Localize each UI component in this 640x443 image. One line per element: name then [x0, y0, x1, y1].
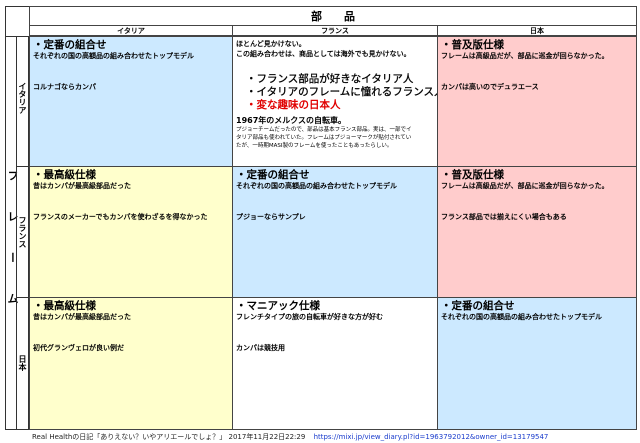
cell-italy-italy: ・定番の組合せ それぞれの国の高額品の組み合わせたトップモデル コルナゴならカン…: [29, 36, 233, 167]
cell-italy-france: ほとんど見かけない。 この組み合わせは、商品としては海外でも見かけない。 ・フラ…: [232, 36, 438, 167]
cell-japan-france: ・マニアック仕様 フレンチタイプの旅の自転車が好きな方が好む カンパは競技用: [232, 297, 438, 430]
cell-subtext: それぞれの国の高額品の組み合わせたトップモデル: [441, 313, 602, 321]
cell-heading: ・普及版仕様: [441, 39, 504, 51]
cell-heading: ・普及版仕様: [441, 169, 504, 181]
cell-japan-japan: ・定番の組合せ それぞれの国の高額品の組み合わせたトップモデル: [437, 297, 637, 430]
cell-line: ほとんど見かけない。: [236, 40, 306, 48]
bullet: ・フランス部品が好きなイタリア人: [246, 73, 414, 85]
cell-line: この組み合わせは、商品としては海外でも見かけない。: [236, 50, 411, 58]
cell-heading: ・定番の組合せ: [33, 39, 107, 51]
column-header-japan: 日本: [437, 25, 637, 36]
bullet: ・イタリアのフレームに憧れるフランス人: [246, 86, 438, 98]
footer: Real Healthの日記「ありえない？いやアリエールでしょ？」 2017年1…: [32, 432, 548, 442]
cell-france-japan: ・普及版仕様 フレームは高級品だが、部品に巡金が回らなかった。 フランス部品では…: [437, 166, 637, 298]
cell-note: カンパは競技用: [236, 344, 285, 352]
row-label-france: フランス: [18, 216, 27, 248]
cell-note: プジョーならサンプレ: [236, 213, 306, 221]
row-label-italy: イタリア: [18, 82, 27, 114]
cell-subtext: それぞれの国の高額品の組み合わせたトップモデル: [236, 182, 397, 190]
cell-heading: ・定番の組合せ: [441, 300, 515, 312]
cell-italy-japan: ・普及版仕様 フレームは高級品だが、部品に巡金が回らなかった。 カンパは高いので…: [437, 36, 637, 167]
cell-note: 初代グランヴェロが良い例だ: [33, 344, 124, 352]
cell-subtext: フレンチタイプの旅の自転車が好きな方が好む: [236, 313, 383, 321]
cell-subtext: それぞれの国の高額品の組み合わせたトップモデル: [33, 52, 194, 60]
cell-subtext: 昔はカンパが最高級部品だった: [33, 182, 131, 190]
footer-text: Real Healthの日記「ありえない？いやアリエールでしょ？」 2017年1…: [32, 433, 306, 441]
bullet-red: ・変な趣味の日本人: [246, 99, 341, 111]
column-header-france: フランス: [232, 25, 438, 36]
story-line: タリア部品も使われていた。フレームはプジョーマークが貼付されてい: [236, 135, 412, 141]
cell-subtext: 昔はカンパが最高級部品だった: [33, 313, 131, 321]
column-header-italy: イタリア: [29, 25, 233, 36]
cell-japan-italy: ・最高級仕様 昔はカンパが最高級部品だった 初代グランヴェロが良い例だ: [29, 297, 233, 430]
story-line: たが、一時期MASI製のフレームを使ったこともあったらしい。: [236, 143, 393, 149]
cell-note: コルナゴならカンパ: [33, 83, 96, 91]
story-line: プジョーチームだったので、部品は基本フランス部品。実は、一部でイ: [236, 127, 412, 133]
cell-heading: ・最高級仕様: [33, 169, 96, 181]
story-title: 1967年のメルクスの自転車。: [236, 116, 347, 125]
cell-france-france: ・定番の組合せ それぞれの国の高額品の組み合わせたトップモデル プジョーならサン…: [232, 166, 438, 298]
row-label-japan: 日本: [18, 355, 27, 371]
cell-subtext: フレームは高級品だが、部品に巡金が回らなかった。: [441, 52, 609, 60]
cell-note: カンパは高いのでデュラエース: [441, 83, 539, 91]
footer-link[interactable]: https://mixi.jp/view_diary.pl?id=1963792…: [314, 433, 549, 441]
cell-subtext: フレームは高級品だが、部品に巡金が回らなかった。: [441, 182, 609, 190]
cell-note: フランス部品では揃えにくい場合もある: [441, 213, 567, 221]
cell-heading: ・最高級仕様: [33, 300, 96, 312]
cell-note: フランスのメーカーでもカンパを使わざるを得なかった: [33, 213, 208, 221]
header-title: 部 品: [29, 6, 637, 26]
cell-heading: ・定番の組合せ: [236, 169, 310, 181]
cell-france-italy: ・最高級仕様 昔はカンパが最高級部品だった フランスのメーカーでもカンパを使わざ…: [29, 166, 233, 298]
cell-heading: ・マニアック仕様: [236, 300, 320, 312]
